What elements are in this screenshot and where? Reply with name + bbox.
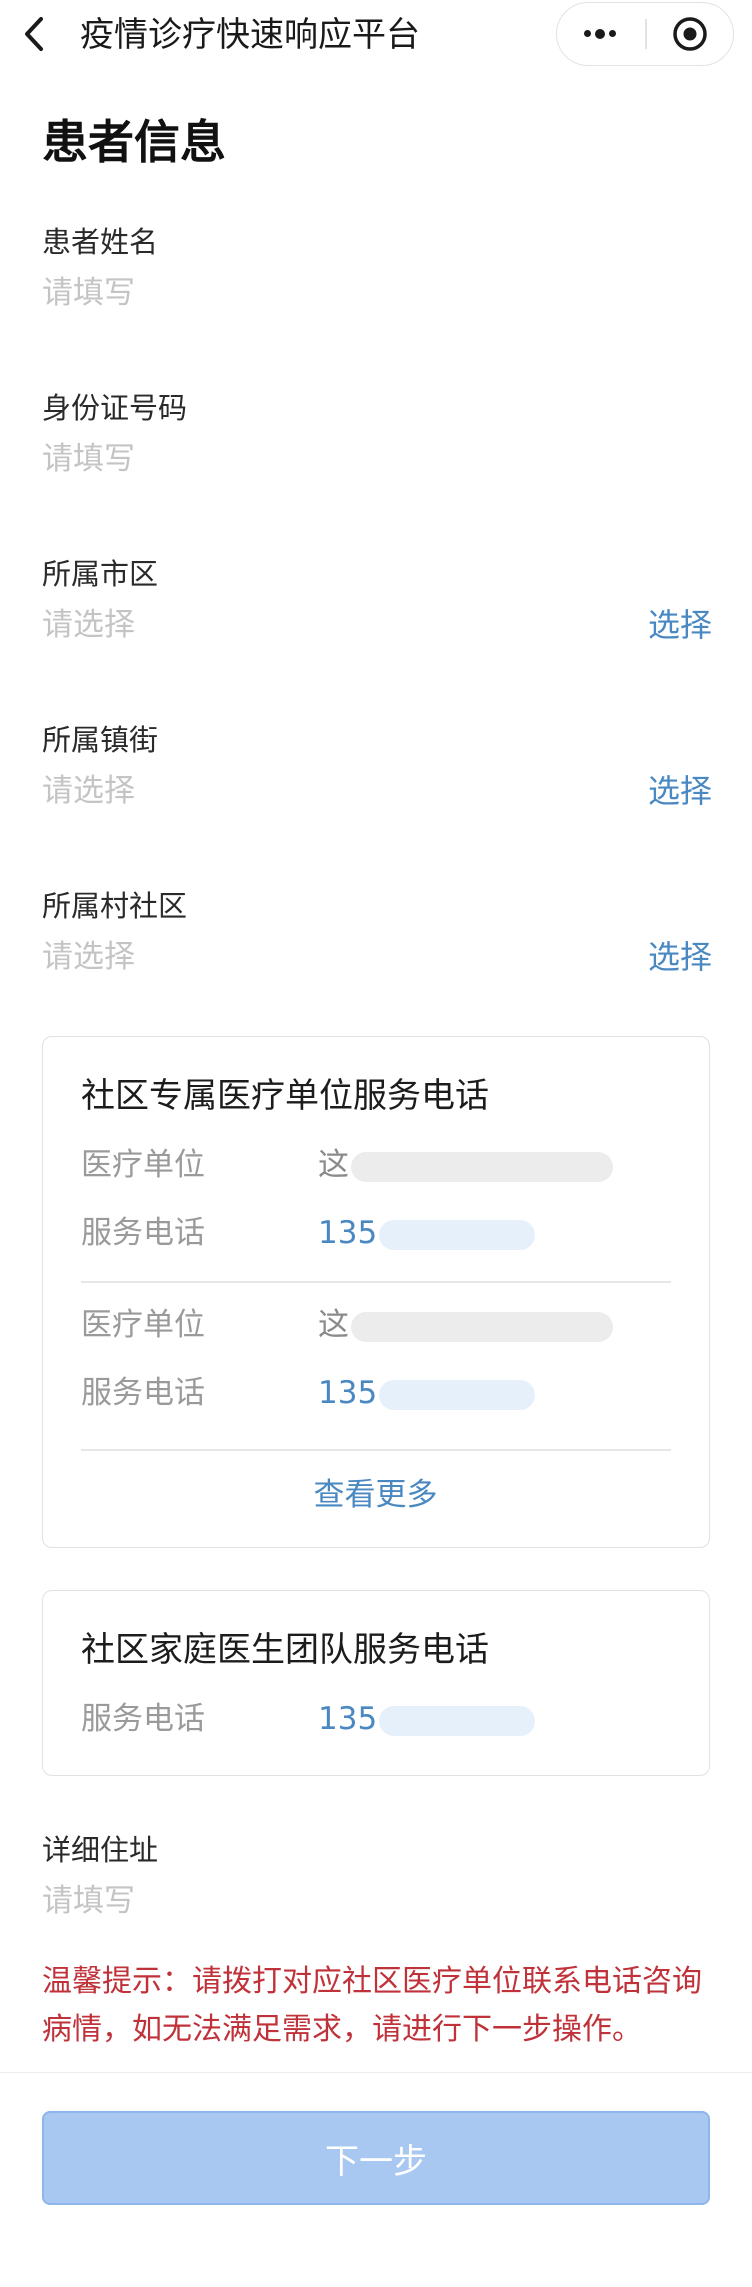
city-district-select[interactable]: 请选择 (42, 602, 135, 648)
target-circle-icon (673, 16, 707, 51)
service-phone-link[interactable]: 135 (318, 1371, 536, 1415)
more-dots-icon (582, 28, 618, 39)
address-input[interactable] (42, 1878, 562, 1924)
family-doctor-card-title: 社区家庭医生团队服务电话 (81, 1630, 489, 1670)
back-button[interactable] (14, 14, 54, 54)
redacted-mask (351, 1151, 613, 1182)
city-district-select-button[interactable]: 选择 (648, 602, 712, 648)
close-mini-program-button[interactable] (647, 3, 733, 64)
medical-unit-value: 这 (318, 1143, 613, 1187)
mini-program-capsule (556, 2, 734, 66)
medical-unit-label: 医疗单位 (81, 1147, 205, 1183)
town-street-select[interactable]: 请选择 (42, 768, 135, 814)
family-doctor-card: 社区家庭医生团队服务电话 服务电话 135 (42, 1590, 710, 1776)
medical-unit-card: 社区专属医疗单位服务电话 医疗单位 这 服务电话 135 医疗单位 这 服务电话… (42, 1036, 710, 1548)
warm-tip: 温馨提示：请拨打对应社区医疗单位联系电话咨询病情，如无法满足需求，请进行下一步操… (42, 1964, 702, 2047)
footer-bar: 下一步 (0, 2072, 752, 2287)
medical-unit-label: 医疗单位 (81, 1307, 205, 1343)
more-button[interactable] (557, 3, 643, 64)
address-label: 详细住址 (42, 1833, 159, 1867)
service-phone-label: 服务电话 (81, 1215, 205, 1251)
village-community-select-button[interactable]: 选择 (648, 934, 712, 980)
village-community-select[interactable]: 请选择 (42, 934, 135, 980)
redacted-mask (379, 1219, 536, 1250)
redacted-mask (379, 1705, 536, 1736)
id-number-label: 身份证号码 (42, 391, 188, 425)
service-phone-label: 服务电话 (81, 1701, 205, 1737)
entry-divider (81, 1281, 671, 1283)
service-phone-link[interactable]: 135 (318, 1211, 536, 1255)
nav-title: 疫情诊疗快速响应平台 (80, 15, 420, 55)
nav-bar: 疫情诊疗快速响应平台 (0, 0, 752, 72)
town-street-select-button[interactable]: 选择 (648, 768, 712, 814)
chevron-left-icon (25, 17, 43, 51)
redacted-mask (379, 1379, 536, 1410)
patient-name-label: 患者姓名 (42, 225, 159, 259)
more-divider (81, 1449, 671, 1451)
medical-unit-card-title: 社区专属医疗单位服务电话 (81, 1076, 489, 1116)
redacted-mask (351, 1311, 613, 1342)
patient-name-input[interactable] (42, 270, 562, 316)
town-street-label: 所属镇街 (42, 723, 159, 757)
medical-unit-value: 这 (318, 1303, 613, 1347)
view-more-link[interactable]: 查看更多 (43, 1473, 708, 1517)
village-community-label: 所属村社区 (42, 889, 188, 923)
service-phone-link[interactable]: 135 (318, 1697, 536, 1741)
id-number-input[interactable] (42, 436, 562, 482)
page-heading: 患者信息 (42, 115, 226, 169)
service-phone-label: 服务电话 (81, 1375, 205, 1411)
next-step-button[interactable]: 下一步 (42, 2111, 710, 2205)
city-district-label: 所属市区 (42, 557, 159, 591)
